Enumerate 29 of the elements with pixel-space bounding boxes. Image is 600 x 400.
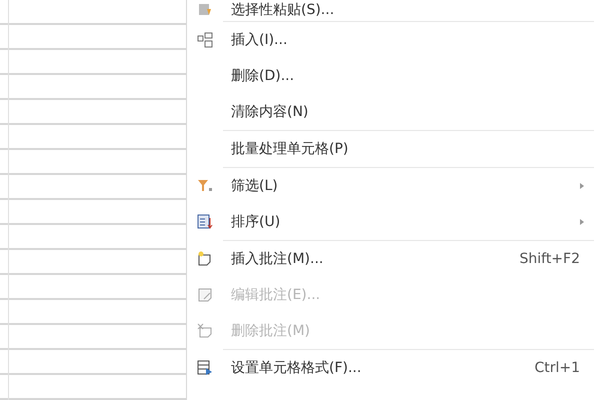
note-icon	[197, 251, 213, 267]
note-icon	[197, 323, 213, 339]
menu-item[interactable]: 删除(D)...	[187, 58, 594, 94]
menu-item[interactable]: 筛选(L)	[187, 168, 594, 204]
menu-item[interactable]: 批量处理单元格(P)	[187, 131, 594, 167]
menu-item-label: 批量处理单元格(P)	[231, 140, 350, 158]
menu-item-label: 删除(D)...	[231, 67, 296, 85]
menu-item[interactable]: 插入(I)...	[187, 22, 594, 58]
menu-item-label: 清除内容(N)	[231, 103, 310, 121]
filter-icon	[197, 178, 213, 194]
menu-item-label: 编辑批注(E)...	[231, 286, 322, 304]
menu-item-label: 选择性粘贴(S)...	[231, 1, 336, 19]
menu-item-label: 插入(I)...	[231, 31, 288, 49]
menu-item[interactable]: 排序(U)	[187, 204, 594, 240]
menu-item[interactable]: 清除内容(N)	[187, 94, 594, 130]
menu-item-label: 删除批注(M)	[231, 322, 312, 340]
menu-item-label: 插入批注(M)...	[231, 250, 324, 268]
shortcut-label: Ctrl+1	[534, 360, 580, 376]
menu-item[interactable]: 插入批注(M)... Shift+F2	[187, 241, 594, 277]
menu-item-label: 筛选(L)	[231, 177, 279, 195]
menu-item-label: 设置单元格格式(F)...	[231, 359, 362, 377]
menu-item[interactable]: 选择性粘贴(S)...	[187, 0, 594, 21]
grid-icon	[197, 32, 213, 48]
sort-icon	[197, 214, 213, 230]
note-icon	[197, 287, 213, 303]
shortcut-label: Shift+F2	[519, 251, 580, 267]
menu-item-label: 排序(U)	[231, 213, 282, 231]
menu-item[interactable]: 设置单元格格式(F)... Ctrl+1	[187, 350, 594, 386]
format-cells-icon	[197, 360, 213, 376]
